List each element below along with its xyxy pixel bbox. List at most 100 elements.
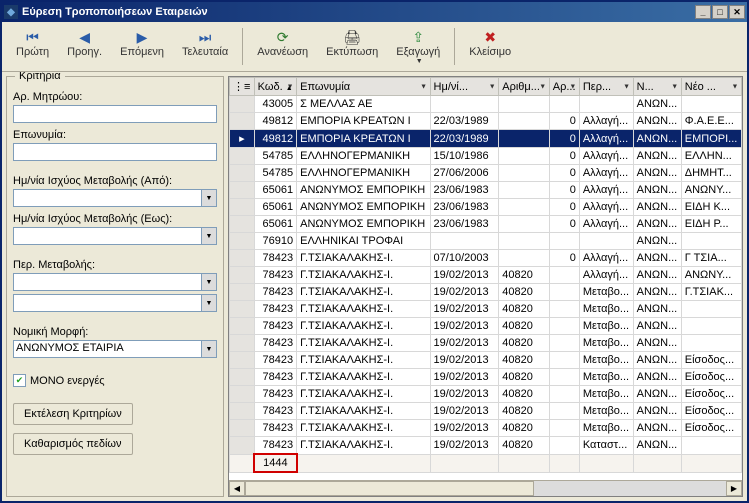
column-header[interactable]: Κωδ. ▲▼ — [254, 78, 296, 96]
table-row[interactable]: 78423Γ.ΤΣΙΑΚΑΛΑΚΗΣ-Ι.19/02/201340820Μετα… — [230, 335, 742, 352]
date-from-label: Ημ/νία Ισχύος Μεταβολής (Από): — [13, 175, 217, 187]
cell: 76910 — [254, 233, 296, 250]
print-icon: 🖨 — [342, 28, 362, 46]
row-indicator — [230, 96, 255, 113]
export-button[interactable]: ⇪Εξαγωγή▼ — [388, 26, 448, 67]
cell: Γ.ΤΣΙΑΚΑΛΑΚΗΣ-Ι. — [297, 335, 430, 352]
cell: Μεταβο... — [579, 403, 633, 420]
cell: Αλλαγή... — [579, 130, 633, 148]
cell: 78423 — [254, 301, 296, 318]
date-to-combo[interactable]: ▼ — [13, 227, 217, 245]
registry-input[interactable] — [13, 105, 217, 123]
next-button[interactable]: ▶Επόμενη — [112, 26, 172, 60]
row-indicator — [230, 113, 255, 130]
column-header[interactable]: Επωνυμία▼ — [297, 78, 430, 96]
row-indicator — [230, 386, 255, 403]
table-row[interactable]: 65061ΑΝΩΝΥΜΟΣ ΕΜΠΟΡΙΚΗ23/06/19830Αλλαγή.… — [230, 216, 742, 233]
window-title: Εύρεση Τροποποιήσεων Εταιρειών — [22, 6, 695, 18]
cell: ΑΝΩΝ... — [633, 130, 681, 148]
cell: ΕΛΛΗΝΙΚΑΙ ΤΡΟΦΑΙ — [297, 233, 430, 250]
first-button[interactable]: ⏮Πρώτη — [8, 26, 57, 60]
date-from-combo[interactable]: ▼ — [13, 189, 217, 207]
refresh-icon: ⟳ — [273, 28, 293, 46]
cell: 40820 — [499, 403, 550, 420]
minimize-button[interactable]: _ — [695, 5, 711, 19]
cell: Γ.ΤΣΙΑΚΑΛΑΚΗΣ-Ι. — [297, 437, 430, 455]
cell — [499, 250, 550, 267]
change-cat-combo-2[interactable]: ▼ — [13, 294, 217, 312]
cell: 0 — [549, 148, 579, 165]
cell: ΑΝΩΝ... — [633, 301, 681, 318]
cell: 65061 — [254, 216, 296, 233]
cell — [499, 113, 550, 130]
cell: 40820 — [499, 386, 550, 403]
cell: 19/02/2013 — [430, 386, 499, 403]
print-button[interactable]: 🖨Εκτύπωση — [318, 26, 386, 60]
cell — [549, 301, 579, 318]
row-indicator — [230, 165, 255, 182]
cell: ΑΝΩΝΥΜΟΣ ΕΜΠΟΡΙΚΗ — [297, 182, 430, 199]
refresh-button[interactable]: ⟳Ανανέωση — [249, 26, 316, 60]
table-row[interactable]: 76910ΕΛΛΗΝΙΚΑΙ ΤΡΟΦΑΙΑΝΩΝ... — [230, 233, 742, 250]
column-header[interactable]: Ν...▼ — [633, 78, 681, 96]
table-row[interactable]: 78423Γ.ΤΣΙΑΚΑΛΑΚΗΣ-Ι.19/02/201340820Μετα… — [230, 318, 742, 335]
cell: ΕΜΠΟΡΙΑ ΚΡΕΑΤΩΝ Ι — [297, 130, 430, 148]
column-header[interactable]: Αρ...▼ — [549, 78, 579, 96]
table-row[interactable]: 54785ΕΛΛΗΝΟΓΕΡΜΑΝΙΚΗ15/10/19860Αλλαγή...… — [230, 148, 742, 165]
cell: ΑΝΩΝΥ... — [681, 182, 741, 199]
cell: Γ.ΤΣΙΑΚΑΛΑΚΗΣ-Ι. — [297, 250, 430, 267]
row-indicator — [230, 216, 255, 233]
last-button[interactable]: ⏭Τελευταία — [174, 26, 236, 60]
column-header[interactable]: Περ...▼ — [579, 78, 633, 96]
table-row[interactable]: 78423Γ.ΤΣΙΑΚΑΛΑΚΗΣ-Ι.19/02/201340820Αλλα… — [230, 267, 742, 284]
change-cat-combo-1[interactable]: ▼ — [13, 273, 217, 291]
column-header[interactable]: Αριθμ...▼ — [499, 78, 550, 96]
next-icon: ▶ — [132, 28, 152, 46]
clear-fields-button[interactable]: Καθαρισμός πεδίων — [13, 433, 133, 455]
name-input[interactable] — [13, 143, 217, 161]
cell: 54785 — [254, 165, 296, 182]
cell: ΕΜΠΟΡΙ... — [681, 130, 741, 148]
horizontal-scrollbar[interactable]: ◀▶ — [229, 480, 742, 496]
table-row[interactable]: 78423Γ.ΤΣΙΑΚΑΛΑΚΗΣ-Ι.19/02/201340820Μετα… — [230, 369, 742, 386]
table-row[interactable]: 65061ΑΝΩΝΥΜΟΣ ΕΜΠΟΡΙΚΗ23/06/19830Αλλαγή.… — [230, 182, 742, 199]
table-row[interactable]: 49812ΕΜΠΟΡΙΑ ΚΡΕΑΤΩΝ Ι22/03/19890Αλλαγή.… — [230, 113, 742, 130]
row-indicator — [230, 148, 255, 165]
print-label: Εκτύπωση — [326, 46, 378, 58]
cell: Αλλαγή... — [579, 216, 633, 233]
cell: ΕΛΛΗΝ... — [681, 148, 741, 165]
table-row[interactable]: 78423Γ.ΤΣΙΑΚΑΛΑΚΗΣ-Ι.19/02/201340820Μετα… — [230, 420, 742, 437]
prev-button[interactable]: ◀Προηγ. — [59, 26, 110, 60]
cell: 78423 — [254, 352, 296, 369]
cell: 0 — [549, 250, 579, 267]
table-row[interactable]: 43005Σ ΜΕΛΛΑΣ ΑΕΑΝΩΝ... — [230, 96, 742, 113]
cell — [430, 96, 499, 113]
table-row[interactable]: 78423Γ.ΤΣΙΑΚΑΛΑΚΗΣ-Ι.19/02/201340820Μετα… — [230, 284, 742, 301]
titlebar: ◆ Εύρεση Τροποποιήσεων Εταιρειών _ □ ✕ — [2, 2, 747, 22]
close-toolbar-button[interactable]: ✖Κλείσιμο — [461, 26, 519, 60]
table-row[interactable]: 54785ΕΛΛΗΝΟΓΕΡΜΑΝΙΚΗ27/06/20060Αλλαγή...… — [230, 165, 742, 182]
cell: Αλλαγή... — [579, 165, 633, 182]
close-button[interactable]: ✕ — [729, 5, 745, 19]
table-row[interactable]: 78423Γ.ΤΣΙΑΚΑΛΑΚΗΣ-Ι.19/02/201340820Μετα… — [230, 403, 742, 420]
table-row[interactable]: 78423Γ.ΤΣΙΑΚΑΛΑΚΗΣ-Ι.19/02/201340820Κατα… — [230, 437, 742, 455]
column-header[interactable]: Ημ/νί...▼ — [430, 78, 499, 96]
legal-form-combo[interactable]: ΑΝΩΝΥΜΟΣ ΕΤΑΙΡΙΑ▼ — [13, 340, 217, 358]
cell: 40820 — [499, 301, 550, 318]
maximize-button[interactable]: □ — [712, 5, 728, 19]
table-row[interactable]: 78423Γ.ΤΣΙΑΚΑΛΑΚΗΣ-Ι.07/10/20030Αλλαγή..… — [230, 250, 742, 267]
table-row[interactable]: 78423Γ.ΤΣΙΑΚΑΛΑΚΗΣ-Ι.19/02/201340820Μετα… — [230, 386, 742, 403]
table-row[interactable]: 78423Γ.ΤΣΙΑΚΑΛΑΚΗΣ-Ι.19/02/201340820Μετα… — [230, 301, 742, 318]
row-indicator — [230, 199, 255, 216]
cell: Καταστ... — [579, 437, 633, 455]
table-row[interactable]: 65061ΑΝΩΝΥΜΟΣ ΕΜΠΟΡΙΚΗ23/06/19830Αλλαγή.… — [230, 199, 742, 216]
cell: Γ.ΤΣΙΑΚΑΛΑΚΗΣ-Ι. — [297, 284, 430, 301]
cell: 78423 — [254, 386, 296, 403]
only-active-checkbox[interactable]: ✔ — [13, 374, 26, 387]
table-row[interactable]: 78423Γ.ΤΣΙΑΚΑΛΑΚΗΣ-Ι.19/02/201340820Μετα… — [230, 352, 742, 369]
table-row[interactable]: ▸49812ΕΜΠΟΡΙΑ ΚΡΕΑΤΩΝ Ι22/03/19890Αλλαγή… — [230, 130, 742, 148]
chevron-down-icon: ▼ — [201, 341, 216, 357]
column-header[interactable]: Νέο ...▼ — [681, 78, 741, 96]
run-criteria-button[interactable]: Εκτέλεση Κριτηρίων — [13, 403, 133, 425]
date-to-label: Ημ/νία Ισχύος Μεταβολής (Εως): — [13, 213, 217, 225]
